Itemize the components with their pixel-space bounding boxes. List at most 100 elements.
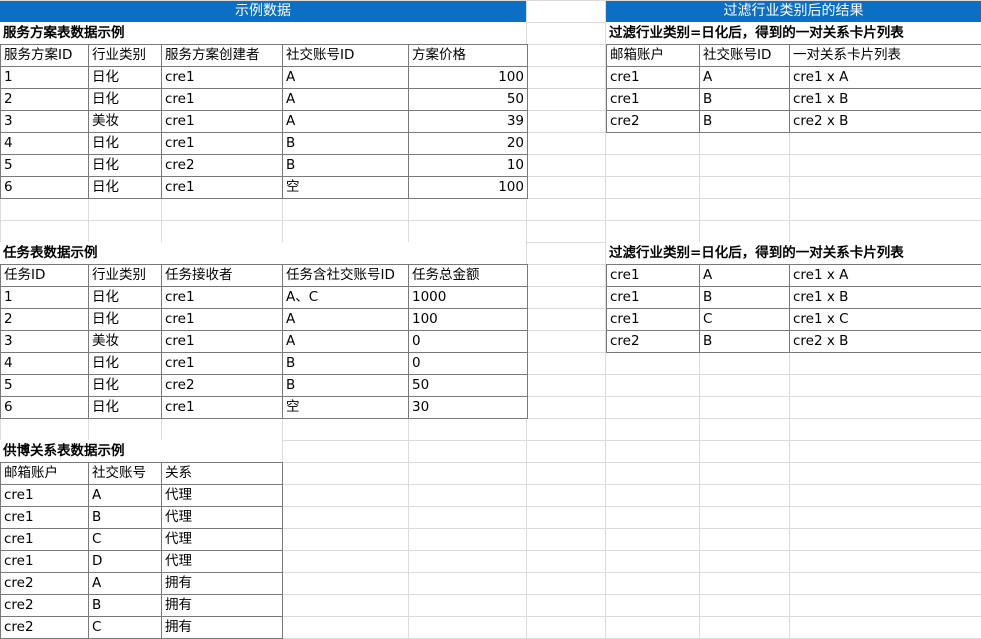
cell[interactable]: cre1 x A [789,66,981,89]
cell[interactable]: 空 [282,396,409,419]
cell[interactable]: 1000 [408,286,528,309]
cell[interactable]: A [282,308,409,331]
cell[interactable]: 日化 [88,154,162,177]
cell[interactable]: B [699,330,790,353]
cell[interactable]: 5 [0,374,89,397]
cell[interactable]: 代理 [161,550,283,573]
cell[interactable]: cre1 [161,308,283,331]
cell[interactable]: cre1 x C [789,308,981,331]
cell[interactable]: cre1 [161,66,283,89]
cell[interactable]: cre1 [0,528,89,551]
cell[interactable]: cre1 [161,132,283,155]
cell[interactable]: cre1 [606,286,700,309]
cell[interactable]: 5 [0,154,89,177]
cell[interactable]: 50 [408,88,528,111]
header-cell[interactable]: 社交账号ID [282,44,409,67]
cell[interactable]: cre1 [161,110,283,133]
cell[interactable]: A [699,264,790,287]
cell[interactable]: cre1 [0,550,89,573]
cell[interactable]: cre1 [0,484,89,507]
cell[interactable]: A [88,484,162,507]
cell[interactable]: 拥有 [161,594,283,617]
header-cell[interactable]: 行业类别 [88,44,162,67]
cell[interactable]: 1 [0,66,89,89]
cell[interactable]: cre2 [606,110,700,133]
cell[interactable]: 0 [408,330,528,353]
cell[interactable]: 代理 [161,528,283,551]
header-cell[interactable]: 方案价格 [408,44,528,67]
cell[interactable]: cre1 [606,88,700,111]
header-cell[interactable]: 邮箱账户 [0,462,89,485]
cell[interactable]: B [88,506,162,529]
cell[interactable]: 美妆 [88,110,162,133]
header-cell[interactable]: 服务方案ID [0,44,89,67]
cell[interactable]: 空 [282,176,409,199]
cell[interactable]: A [282,66,409,89]
header-cell[interactable]: 关系 [161,462,283,485]
cell[interactable]: 4 [0,132,89,155]
cell[interactable]: 100 [408,308,528,331]
cell[interactable]: B [282,132,409,155]
cell[interactable]: C [88,616,162,639]
cell[interactable]: D [88,550,162,573]
header-cell[interactable]: 社交账号 [88,462,162,485]
cell[interactable]: 日化 [88,176,162,199]
cell[interactable]: cre1 [0,506,89,529]
cell[interactable]: cre2 x B [789,330,981,353]
cell[interactable]: cre1 [161,330,283,353]
header-cell[interactable]: 社交账号ID [699,44,790,67]
cell[interactable]: 日化 [88,374,162,397]
cell[interactable]: 20 [408,132,528,155]
cell[interactable]: cre1 [606,264,700,287]
cell[interactable]: cre2 [0,594,89,617]
cell[interactable]: A、C [282,286,409,309]
cell[interactable]: cre1 [161,88,283,111]
cell[interactable]: B [699,88,790,111]
cell[interactable]: cre2 [161,154,283,177]
cell[interactable]: 代理 [161,506,283,529]
cell[interactable]: cre1 [161,286,283,309]
cell[interactable]: B [699,110,790,133]
cell[interactable]: 50 [408,374,528,397]
cell[interactable]: 3 [0,330,89,353]
cell[interactable]: cre2 x B [789,110,981,133]
cell[interactable]: A [282,110,409,133]
cell[interactable]: cre1 [161,352,283,375]
header-cell[interactable]: 任务ID [0,264,89,287]
cell[interactable]: cre2 [0,572,89,595]
cell[interactable]: cre1 x B [789,88,981,111]
cell[interactable]: 0 [408,352,528,375]
cell[interactable]: C [88,528,162,551]
cell[interactable]: cre2 [0,616,89,639]
header-cell[interactable]: 邮箱账户 [606,44,700,67]
cell[interactable]: C [699,308,790,331]
cell[interactable]: 日化 [88,88,162,111]
cell[interactable]: cre1 x A [789,264,981,287]
cell[interactable]: 代理 [161,484,283,507]
cell[interactable]: 拥有 [161,616,283,639]
cell[interactable]: 2 [0,308,89,331]
cell[interactable]: 日化 [88,132,162,155]
cell[interactable]: A [282,88,409,111]
header-cell[interactable]: 一对关系卡片列表 [789,44,981,67]
cell[interactable]: cre2 [161,374,283,397]
cell[interactable]: cre2 [606,330,700,353]
cell[interactable]: 39 [408,110,528,133]
header-cell[interactable]: 任务总金额 [408,264,528,287]
cell[interactable]: 3 [0,110,89,133]
cell[interactable]: A [699,66,790,89]
cell[interactable]: 10 [408,154,528,177]
cell[interactable]: B [282,154,409,177]
cell[interactable]: 100 [408,176,528,199]
cell[interactable]: cre1 [606,66,700,89]
header-cell[interactable]: 服务方案创建者 [161,44,283,67]
cell[interactable]: cre1 x B [789,286,981,309]
cell[interactable]: B [282,352,409,375]
cell[interactable]: A [282,330,409,353]
header-cell[interactable]: 行业类别 [88,264,162,287]
header-cell[interactable]: 任务含社交账号ID [282,264,409,287]
cell[interactable]: 日化 [88,308,162,331]
header-cell[interactable]: 任务接收者 [161,264,283,287]
cell[interactable]: 30 [408,396,528,419]
cell[interactable]: B [699,286,790,309]
